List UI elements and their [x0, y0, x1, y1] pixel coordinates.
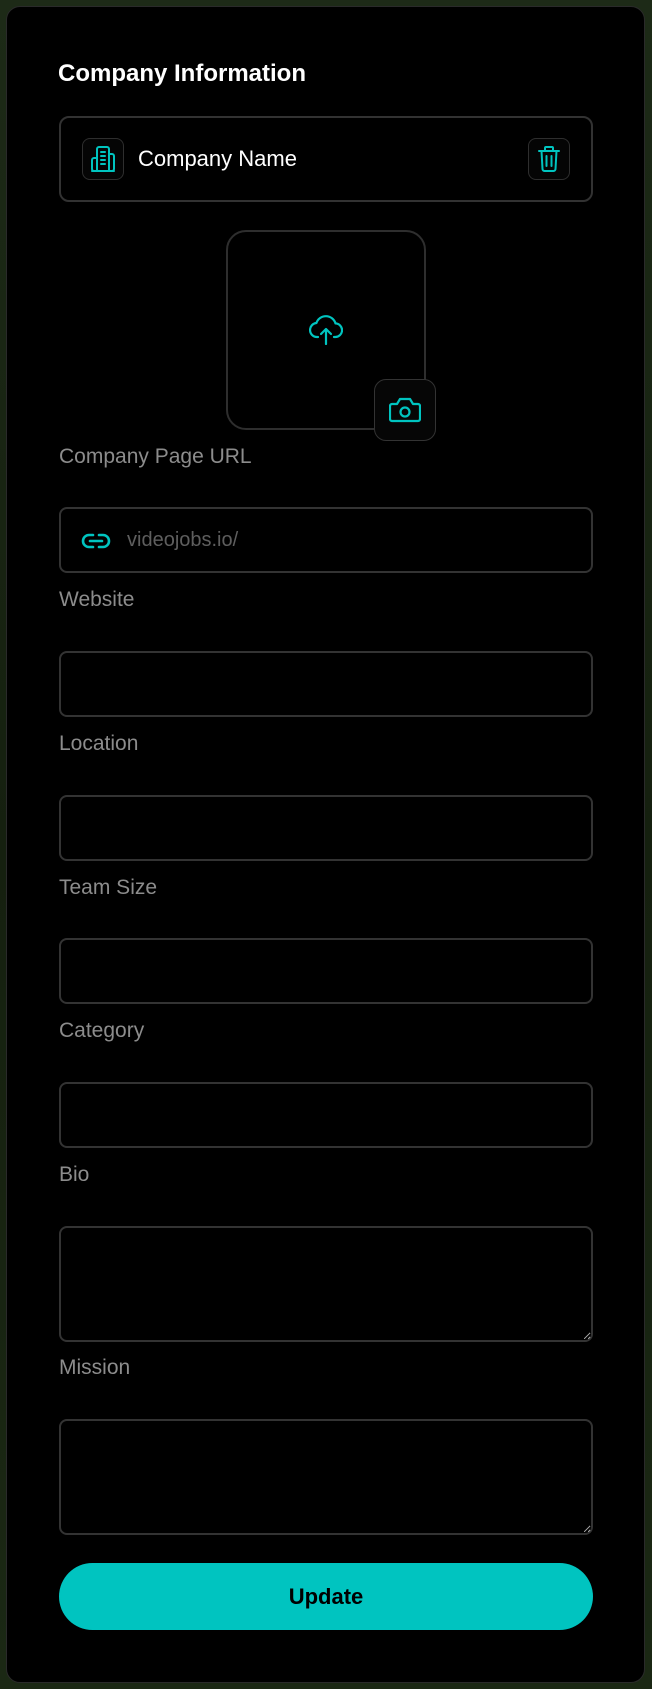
camera-button[interactable]	[374, 379, 436, 441]
mission-textarea[interactable]	[59, 1419, 593, 1535]
cloud-upload-icon	[309, 315, 343, 345]
website-input[interactable]	[59, 651, 593, 717]
page-title: Company Information	[58, 60, 307, 87]
team-size-input[interactable]	[59, 938, 593, 1004]
category-label: Category	[59, 1019, 145, 1042]
update-button[interactable]: Update	[59, 1563, 593, 1630]
company-name-label[interactable]: Company Name	[138, 145, 297, 173]
camera-icon	[389, 397, 421, 423]
link-icon	[81, 533, 111, 549]
bio-textarea[interactable]	[59, 1226, 593, 1342]
building-icon-box	[82, 138, 124, 180]
trash-icon	[538, 146, 560, 172]
company-page-url-input[interactable]	[59, 507, 593, 573]
bio-label: Bio	[59, 1163, 90, 1186]
location-input[interactable]	[59, 795, 593, 861]
company-page-url-label: Company Page URL	[59, 445, 252, 468]
building-icon	[91, 146, 115, 172]
website-label: Website	[59, 588, 135, 611]
category-input[interactable]	[59, 1082, 593, 1148]
team-size-label: Team Size	[59, 876, 158, 899]
mission-label: Mission	[59, 1356, 131, 1379]
company-name-card: Company Name	[59, 116, 593, 202]
location-label: Location	[59, 732, 139, 755]
delete-company-button[interactable]	[528, 138, 570, 180]
